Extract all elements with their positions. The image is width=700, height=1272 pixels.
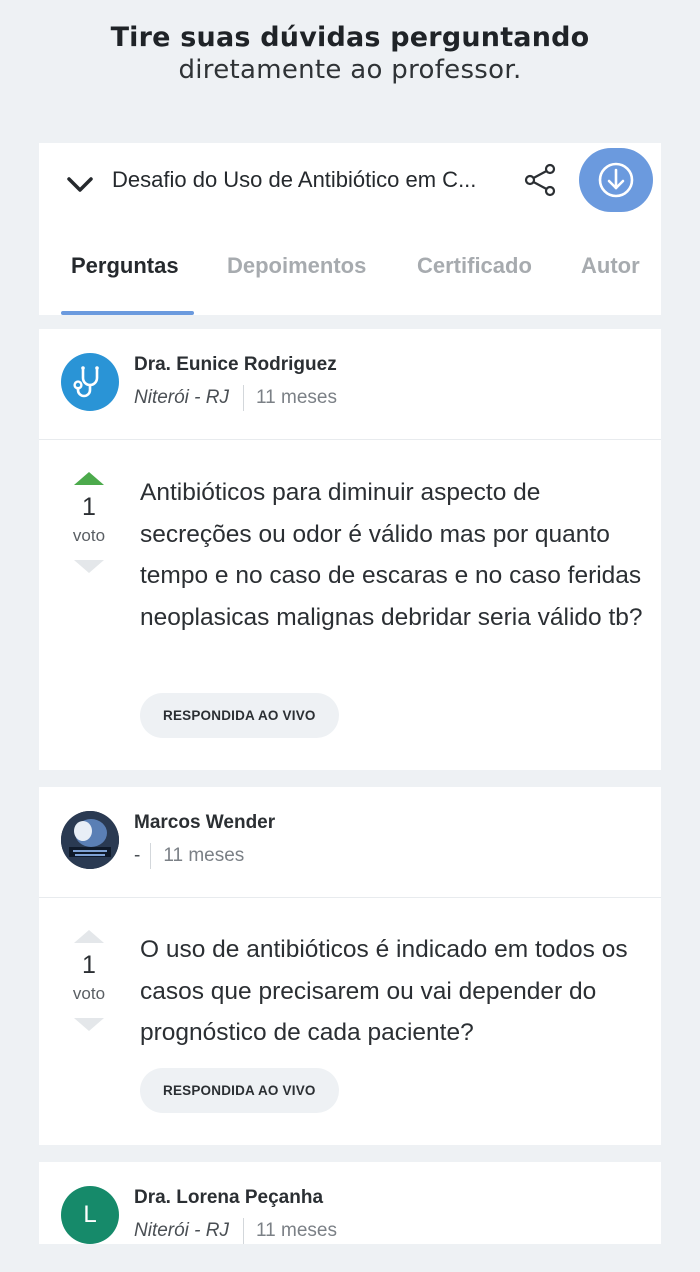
post-time: 11 meses	[163, 845, 245, 867]
tab-perguntas[interactable]: Perguntas	[71, 253, 179, 279]
share-icon[interactable]	[523, 163, 557, 197]
stethoscope-icon	[73, 366, 99, 398]
download-button[interactable]	[579, 148, 653, 212]
author-meta: Niterói - RJ 11 meses	[134, 1218, 337, 1244]
tab-certificado[interactable]: Certificado	[417, 253, 532, 279]
promo-banner: Tire suas dúvidas perguntando diretament…	[0, 22, 700, 85]
meta-divider	[243, 385, 245, 411]
vote-count: 1	[82, 951, 96, 979]
question-card: Marcos Wender -11 meses 1 voto O uso de …	[39, 787, 661, 1145]
author-meta: -11 meses	[134, 843, 244, 869]
avatar-letter: L	[83, 1201, 97, 1228]
status-badge: RESPONDIDA AO VIVO	[140, 1068, 339, 1113]
author-location: -	[134, 845, 141, 867]
author-row: Marcos Wender -11 meses	[39, 787, 661, 898]
avatar[interactable]	[61, 811, 119, 869]
user-photo-icon	[61, 811, 119, 869]
promo-title: Tire suas dúvidas perguntando	[110, 22, 590, 53]
question-card: Dra. Eunice Rodriguez Niterói - RJ 11 mes…	[39, 329, 661, 770]
downvote-arrow-icon[interactable]	[74, 560, 104, 573]
upvote-arrow-icon[interactable]	[74, 930, 104, 943]
author-meta: Niterói - RJ 11 meses	[134, 385, 337, 411]
status-badge: RESPONDIDA AO VIVO	[140, 693, 339, 738]
author-name[interactable]: Dra. Lorena Peçanha	[134, 1187, 323, 1209]
course-title[interactable]: Desafio do Uso de Antibiótico em C...	[112, 167, 476, 193]
course-header: Desafio do Uso de Antibiótico em C... Pe…	[39, 143, 661, 315]
vote-label: voto	[72, 984, 106, 1003]
meta-divider	[243, 1218, 245, 1244]
author-name[interactable]: Marcos Wender	[134, 812, 275, 834]
downvote-arrow-icon[interactable]	[74, 1018, 104, 1031]
author-row: Dra. Eunice Rodriguez Niterói - RJ 11 mes…	[39, 329, 661, 440]
vote-label: voto	[72, 526, 106, 545]
upvote-arrow-icon[interactable]	[74, 472, 104, 485]
chevron-down-icon[interactable]	[65, 169, 95, 199]
tab-bar: Perguntas Depoimentos Certificado Autor	[39, 239, 661, 315]
author-location: Niterói - RJ	[134, 387, 230, 409]
question-text: O uso de antibióticos é indicado em todo…	[140, 936, 628, 1046]
avatar[interactable]	[61, 353, 119, 411]
vote-count: 1	[82, 493, 96, 521]
author-name[interactable]: Dra. Eunice Rodriguez	[134, 354, 337, 376]
question-card: L Dra. Lorena Peçanha Niterói - RJ 11 mes…	[39, 1162, 661, 1244]
post-time: 11 meses	[256, 1220, 337, 1242]
tab-depoimentos[interactable]: Depoimentos	[227, 253, 366, 279]
author-row: L Dra. Lorena Peçanha Niterói - RJ 11 mes…	[39, 1162, 661, 1272]
question-text: Antibióticos para diminuir aspecto de se…	[140, 479, 643, 631]
avatar[interactable]: L	[61, 1186, 119, 1244]
tab-autor[interactable]: Autor	[581, 253, 640, 279]
meta-divider	[150, 843, 152, 869]
active-tab-indicator	[61, 311, 194, 315]
promo-subtitle: diretamente ao professor.	[178, 55, 522, 85]
title-bar: Desafio do Uso de Antibiótico em C...	[39, 143, 661, 223]
vote-widget: 1 voto	[59, 930, 119, 1031]
author-location: Niterói - RJ	[134, 1220, 230, 1242]
post-time: 11 meses	[256, 387, 337, 409]
vote-widget: 1 voto	[59, 472, 119, 573]
download-icon	[598, 162, 634, 198]
